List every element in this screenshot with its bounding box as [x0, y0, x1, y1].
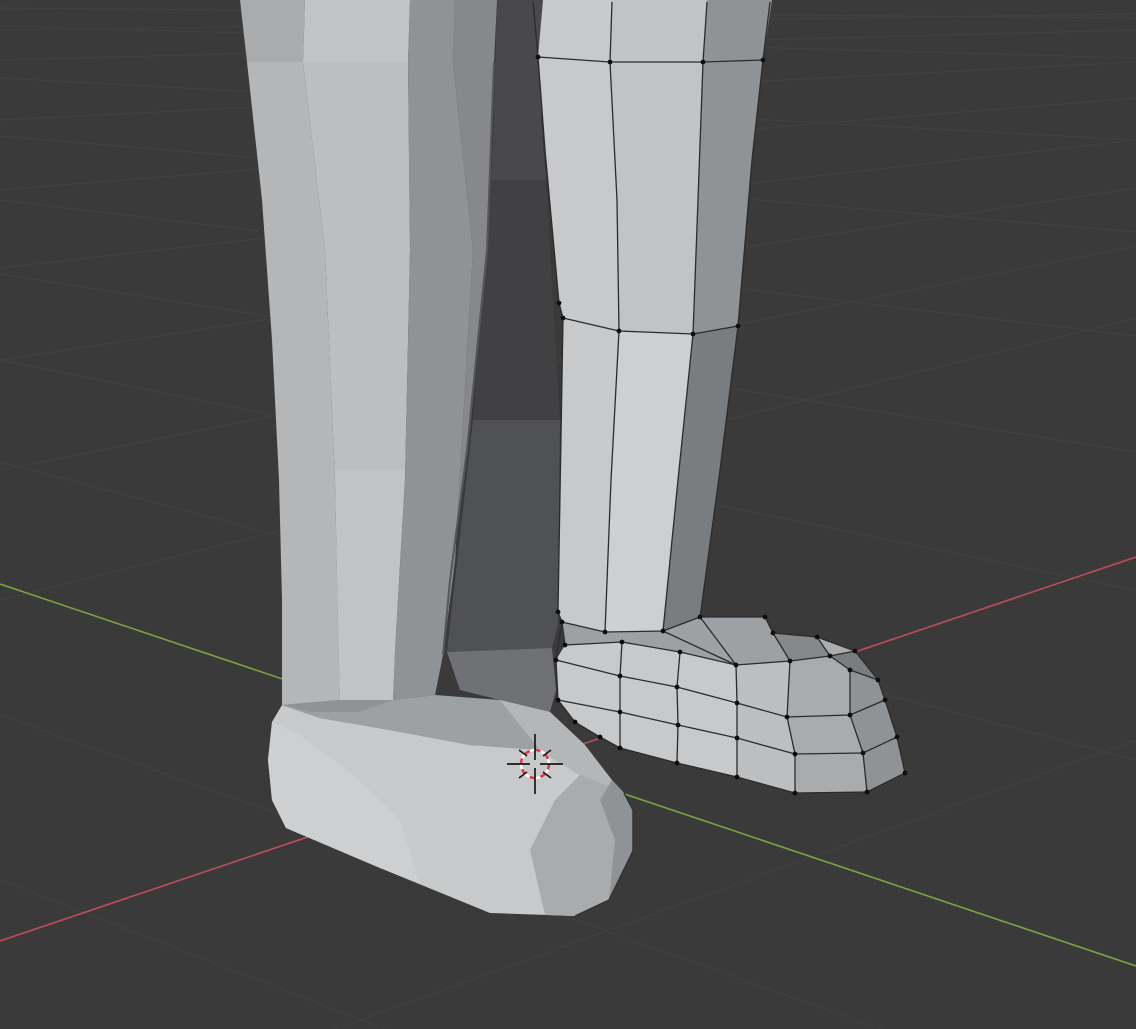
- shoe-face-side: [736, 661, 795, 793]
- mesh-vertex[interactable]: [561, 316, 566, 321]
- mesh-vertex[interactable]: [676, 723, 681, 728]
- mesh-vertex[interactable]: [675, 761, 680, 766]
- mesh-vertex[interactable]: [883, 698, 888, 703]
- mesh-vertex[interactable]: [734, 663, 739, 668]
- mesh-vertex[interactable]: [556, 610, 561, 615]
- mesh-vertex[interactable]: [788, 659, 793, 664]
- mesh-vertex[interactable]: [861, 751, 866, 756]
- mesh-vertex[interactable]: [603, 630, 608, 635]
- mesh-vertex[interactable]: [678, 650, 683, 655]
- mesh-vertex[interactable]: [675, 685, 680, 690]
- 3d-viewport[interactable]: [0, 0, 1136, 1029]
- mesh-vertex[interactable]: [793, 752, 798, 757]
- mesh-vertex[interactable]: [557, 301, 562, 306]
- mesh-vertex[interactable]: [701, 60, 706, 65]
- mesh-vertex[interactable]: [735, 736, 740, 741]
- mesh-vertex[interactable]: [848, 668, 853, 673]
- mesh-vertex[interactable]: [573, 720, 578, 725]
- mesh-vertex[interactable]: [608, 60, 613, 65]
- mesh-vertex[interactable]: [618, 746, 623, 751]
- mesh-vertex[interactable]: [763, 615, 768, 620]
- mesh-vertex[interactable]: [735, 701, 740, 706]
- shadow-face: [491, 0, 546, 180]
- mesh-vertex[interactable]: [903, 771, 908, 776]
- mesh-vertex[interactable]: [618, 710, 623, 715]
- leg-face: [240, 0, 305, 62]
- mesh-vertex[interactable]: [785, 715, 790, 720]
- mesh-vertex[interactable]: [848, 713, 853, 718]
- mesh-vertex[interactable]: [554, 658, 559, 663]
- mesh-vertex[interactable]: [617, 329, 622, 334]
- mesh-vertex[interactable]: [735, 775, 740, 780]
- mesh-vertex[interactable]: [736, 324, 741, 329]
- mesh-vertex[interactable]: [556, 698, 561, 703]
- mesh-vertex[interactable]: [691, 332, 696, 337]
- mesh-vertex[interactable]: [698, 615, 703, 620]
- mesh-vertex[interactable]: [771, 631, 776, 636]
- leg-face: [408, 0, 455, 62]
- mesh-vertex[interactable]: [560, 620, 565, 625]
- mesh-vertex[interactable]: [815, 635, 820, 640]
- mesh-vertex[interactable]: [563, 643, 568, 648]
- leg-face: [303, 0, 410, 62]
- mesh-vertex[interactable]: [620, 640, 625, 645]
- mesh-vertex[interactable]: [876, 678, 881, 683]
- mesh-vertex[interactable]: [853, 649, 858, 654]
- mesh-vertex[interactable]: [895, 735, 900, 740]
- mesh-vertex[interactable]: [865, 790, 870, 795]
- mesh-vertex[interactable]: [761, 58, 766, 63]
- mesh-vertex[interactable]: [661, 629, 666, 634]
- mesh-vertex[interactable]: [618, 674, 623, 679]
- mesh-vertex[interactable]: [828, 654, 833, 659]
- leg-face: [453, 0, 497, 62]
- mesh-vertex[interactable]: [536, 55, 541, 60]
- mesh-vertex[interactable]: [793, 791, 798, 796]
- mesh-vertex[interactable]: [598, 735, 603, 740]
